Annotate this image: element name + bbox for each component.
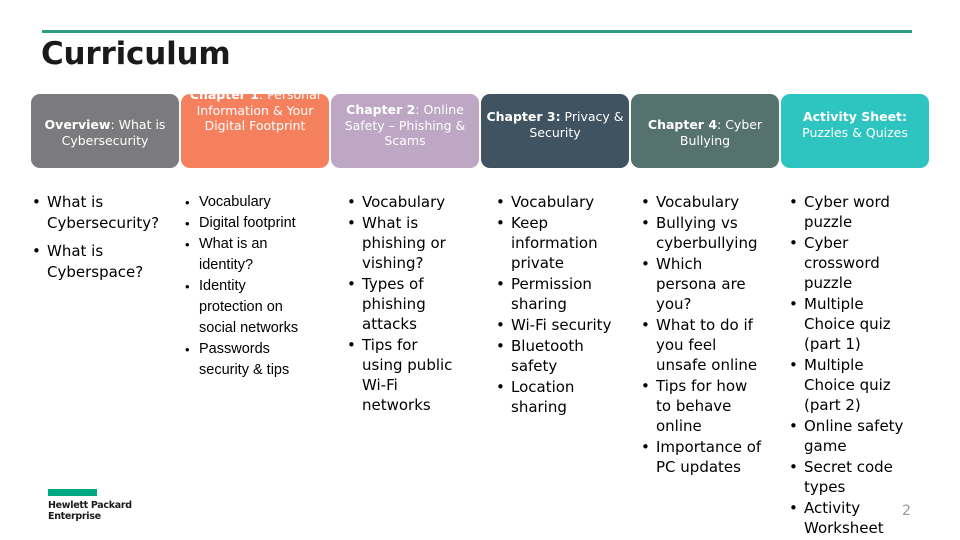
chip-activity-sheet-label: Activity Sheet: Puzzles & Quizes	[781, 109, 929, 140]
list-item: What is Cyberspace?	[30, 241, 143, 283]
chip-chapter-3[interactable]: Chapter 3: Privacy & Security	[481, 94, 629, 168]
slide-canvas: Curriculum Overview: What is Cybersecuri…	[0, 0, 960, 540]
list-item: Wi-Fi security	[494, 315, 612, 335]
list-item: What is Cybersecurity?	[30, 192, 159, 234]
list-item: Tips for how to behave online	[639, 376, 767, 436]
chip-chapter-1-bold: Chapter 1	[189, 87, 259, 102]
chip-chapter-2-bold: Chapter 2	[346, 102, 416, 117]
column-overview: What is Cybersecurity? What is Cyberspace…	[30, 192, 159, 290]
list-item: Bluetooth safety	[494, 336, 612, 376]
list-item: Multiple Choice quiz (part 2)	[787, 355, 907, 415]
list-item: Permission sharing	[494, 274, 612, 314]
chip-chapter-4[interactable]: Chapter 4: Cyber Bullying	[631, 94, 779, 168]
column-chapter-4-list: VocabularyBullying vs cyberbullyingWhich…	[639, 192, 767, 477]
list-item: Location sharing	[494, 377, 612, 417]
hpe-logo-line-1: Hewlett Packard	[48, 500, 132, 511]
chip-chapter-3-bold: Chapter 3:	[486, 109, 561, 124]
chip-overview-label: Overview: What is Cybersecurity	[31, 117, 179, 148]
list-item: Activity Worksheet	[787, 498, 907, 538]
list-item: Multiple Choice quiz (part 1)	[787, 294, 907, 354]
list-item: Digital footprint	[182, 213, 302, 234]
chip-activity-sheet-bold: Activity Sheet:	[802, 109, 908, 124]
chip-chapter-4-label: Chapter 4: Cyber Bullying	[631, 117, 779, 148]
chip-chapter-1-label: Chapter 1: Personal Information & Your D…	[181, 87, 329, 134]
chip-chapter-2-label: Chapter 2: Online Safety – Phishing & Sc…	[331, 102, 479, 149]
list-item: Which persona are you?	[639, 254, 767, 314]
list-item: Importance of PC updates	[639, 437, 767, 477]
column-activity-sheet-list: Cyber word puzzleCyber crossword puzzleM…	[787, 192, 907, 538]
column-chapter-2: VocabularyWhat is phishing or vishing?Ty…	[345, 192, 457, 416]
list-item: Passwords security & tips	[182, 339, 302, 381]
column-chapter-3-list: VocabularyKeep information privatePermis…	[494, 192, 612, 417]
chip-chapter-1[interactable]: Chapter 1: Personal Information & Your D…	[181, 87, 329, 168]
title-accent-rule	[42, 30, 912, 33]
list-item: Secret code types	[787, 457, 907, 497]
column-chapter-1-list: VocabularyDigital footprintWhat is an id…	[182, 192, 302, 381]
column-chapter-2-list: VocabularyWhat is phishing or vishing?Ty…	[345, 192, 457, 415]
list-item: Vocabulary	[639, 192, 767, 212]
column-chapter-1: VocabularyDigital footprintWhat is an id…	[182, 192, 302, 381]
list-item: Vocabulary	[182, 192, 302, 213]
list-item: Cyber word puzzle	[787, 192, 907, 232]
list-item: What is phishing or vishing?	[345, 213, 457, 273]
chip-chapter-3-label: Chapter 3: Privacy & Security	[481, 109, 629, 140]
list-item: Keep information private	[494, 213, 612, 273]
list-item: Types of phishing attacks	[345, 274, 457, 334]
hpe-logo-bar-icon	[48, 489, 97, 496]
hpe-logo: Hewlett Packard Enterprise	[48, 489, 144, 522]
column-activity-sheet: Cyber word puzzleCyber crossword puzzleM…	[787, 192, 907, 539]
list-item: Vocabulary	[494, 192, 612, 212]
chip-overview[interactable]: Overview: What is Cybersecurity	[31, 94, 179, 168]
chip-activity-sheet-rest: Puzzles & Quizes	[802, 124, 908, 140]
list-item: What is an identity?	[182, 234, 302, 276]
column-overview-list: What is Cybersecurity? What is Cyberspace…	[30, 192, 159, 283]
chip-activity-sheet[interactable]: Activity Sheet: Puzzles & Quizes	[781, 94, 929, 168]
column-chapter-4: VocabularyBullying vs cyberbullyingWhich…	[639, 192, 767, 478]
list-item: What to do if you feel unsafe online	[639, 315, 767, 375]
list-item: Bullying vs cyberbullying	[639, 213, 767, 253]
list-item: Vocabulary	[345, 192, 457, 212]
chip-chapter-4-bold: Chapter 4	[647, 117, 718, 132]
hpe-logo-line-2: Enterprise	[48, 510, 101, 522]
list-item: Online safety game	[787, 416, 907, 456]
hpe-logo-text: Hewlett Packard Enterprise	[48, 500, 144, 522]
chip-overview-bold: Overview	[44, 117, 111, 132]
list-item: Identity protection on social networks	[182, 276, 302, 339]
page-title: Curriculum	[41, 36, 231, 72]
chip-chapter-2[interactable]: Chapter 2: Online Safety – Phishing & Sc…	[331, 94, 479, 168]
page-number: 2	[902, 503, 911, 519]
list-item: Tips for using public Wi-Fi networks	[345, 335, 457, 415]
column-chapter-3: VocabularyKeep information privatePermis…	[494, 192, 612, 418]
list-item: Cyber crossword puzzle	[787, 233, 907, 293]
